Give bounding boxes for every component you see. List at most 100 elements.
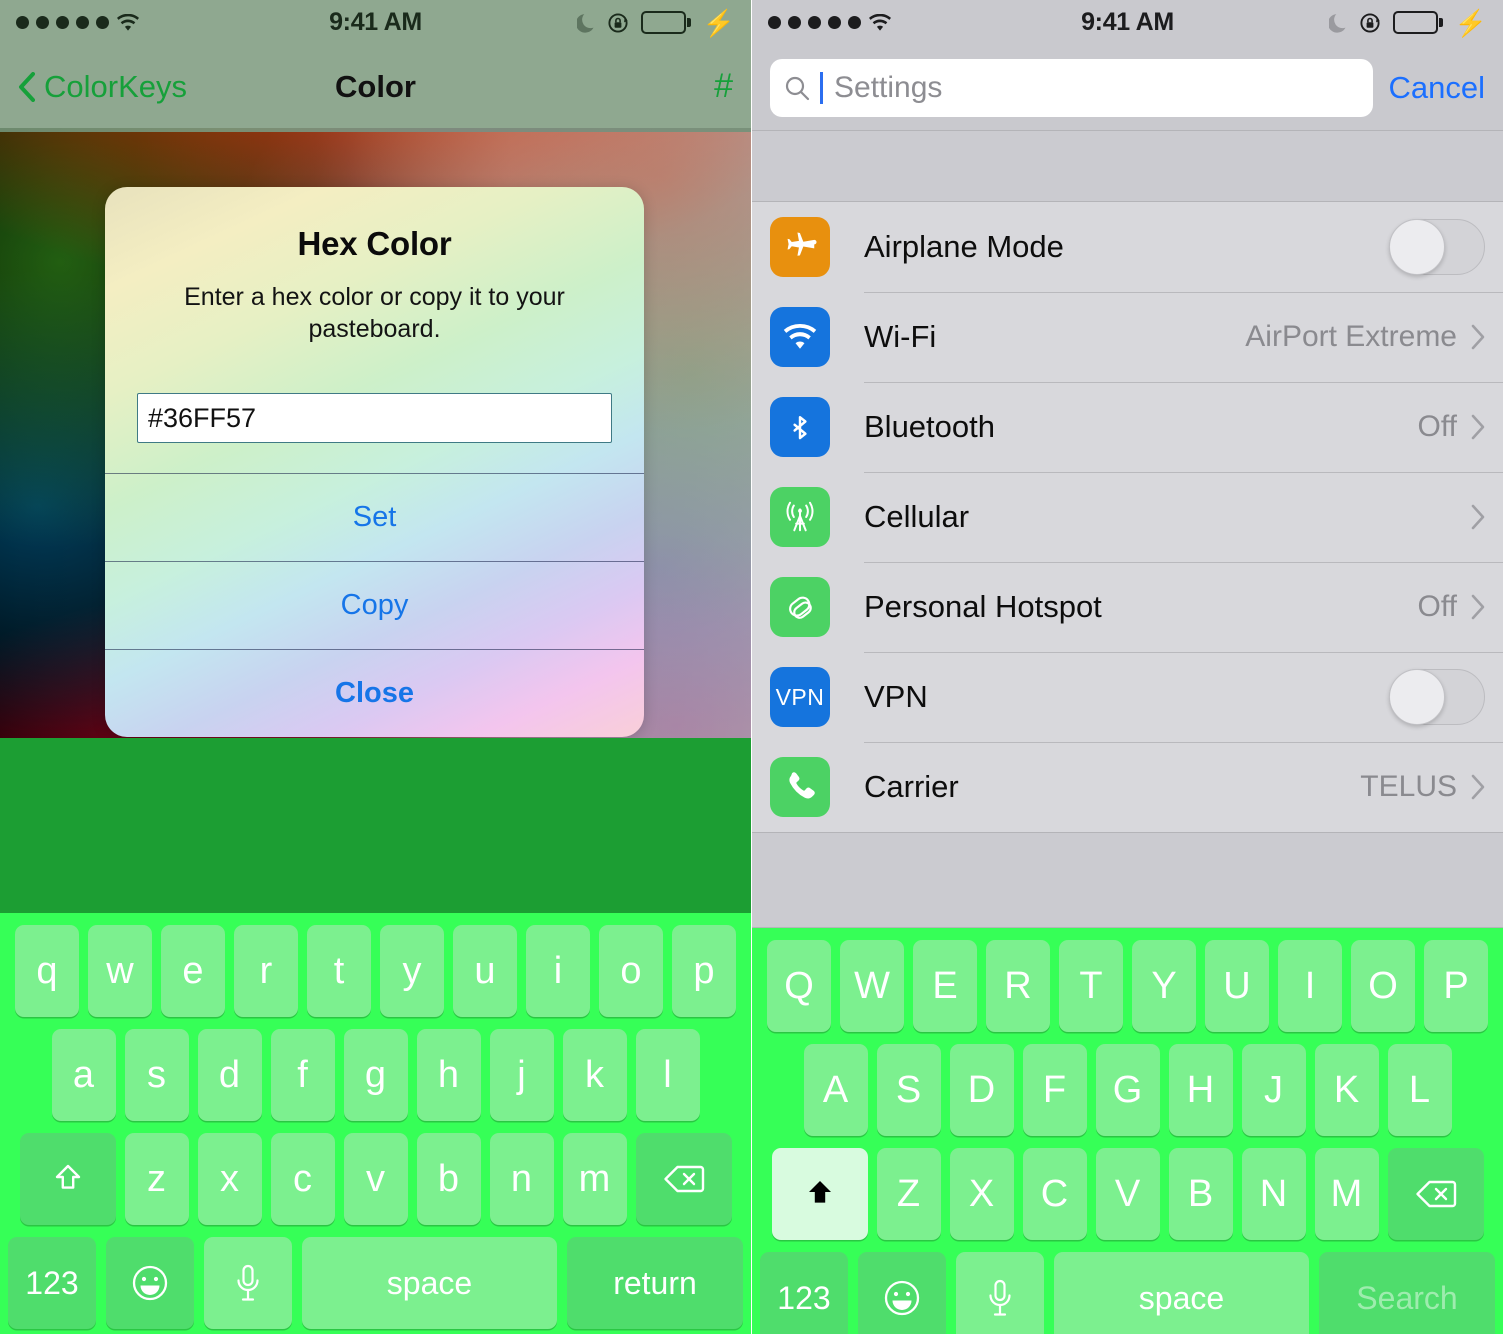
key-Q[interactable]: Q [767,940,831,1032]
airplane-icon [770,217,830,277]
key-o[interactable]: o [599,925,663,1017]
wifi-icon [770,307,830,367]
vpn-toggle[interactable] [1389,669,1485,725]
return-key[interactable]: return [567,1237,743,1329]
key-i[interactable]: i [526,925,590,1017]
table-row[interactable]: Carrier TELUS [752,742,1503,832]
hex-color-input[interactable] [137,393,612,443]
row-value: Off [1417,590,1457,623]
back-button[interactable]: ColorKeys [18,69,187,105]
key-R[interactable]: R [986,940,1050,1032]
numbers-key[interactable]: 123 [760,1252,848,1334]
color-picker-canvas[interactable]: Hex Color Enter a hex color or copy it t… [0,128,751,738]
key-d[interactable]: d [197,1029,262,1121]
key-C[interactable]: C [1022,1148,1087,1240]
airplane-mode-toggle[interactable] [1389,219,1485,275]
key-J[interactable]: J [1241,1044,1306,1136]
copy-button[interactable]: Copy [105,561,644,649]
numbers-key[interactable]: 123 [8,1237,96,1329]
search-key[interactable]: Search [1319,1252,1495,1334]
key-K[interactable]: K [1314,1044,1379,1136]
emoji-key[interactable] [858,1252,946,1334]
key-N[interactable]: N [1241,1148,1306,1240]
delete-key[interactable] [1387,1148,1484,1240]
table-row[interactable]: VPN VPN [752,652,1503,742]
key-S[interactable]: S [876,1044,941,1136]
key-z[interactable]: z [124,1133,189,1225]
dictation-key[interactable] [956,1252,1044,1334]
row-value: TELUS [1360,770,1457,803]
space-key[interactable]: space [1054,1252,1309,1334]
key-w[interactable]: w [88,925,152,1017]
shift-key[interactable] [771,1148,868,1240]
key-n[interactable]: n [489,1133,554,1225]
key-x[interactable]: x [197,1133,262,1225]
key-t[interactable]: t [307,925,371,1017]
table-row[interactable]: Personal Hotspot Off [752,562,1503,652]
key-y[interactable]: y [380,925,444,1017]
key-e[interactable]: e [161,925,225,1017]
emoji-key[interactable] [106,1237,194,1329]
row-accessory [1389,669,1503,725]
key-l[interactable]: l [635,1029,700,1121]
key-U[interactable]: U [1205,940,1269,1032]
key-h[interactable]: h [416,1029,481,1121]
chevron-right-icon [1471,774,1485,800]
key-F[interactable]: F [1022,1044,1087,1136]
lightning-bolt-icon: ⚡ [702,7,735,38]
key-P[interactable]: P [1424,940,1488,1032]
key-V[interactable]: V [1095,1148,1160,1240]
key-L[interactable]: L [1387,1044,1452,1136]
close-button[interactable]: Close [105,649,644,737]
table-row[interactable]: Cellular [752,472,1503,562]
search-placeholder: Settings [834,70,943,104]
dual-screenshot-container: 9:41 AM ⚡ ColorKeys Color # Hex Color En… [0,0,1503,1334]
delete-key[interactable] [635,1133,732,1225]
key-v[interactable]: v [343,1133,408,1225]
key-Z[interactable]: Z [876,1148,941,1240]
dictation-key[interactable] [204,1237,292,1329]
back-button-label: ColorKeys [44,68,187,104]
row-label: VPN [864,679,928,714]
key-g[interactable]: g [343,1029,408,1121]
key-B[interactable]: B [1168,1148,1233,1240]
key-Y[interactable]: Y [1132,940,1196,1032]
key-I[interactable]: I [1278,940,1342,1032]
space-key[interactable]: space [302,1237,557,1329]
key-M[interactable]: M [1314,1148,1379,1240]
key-A[interactable]: A [803,1044,868,1136]
key-k[interactable]: k [562,1029,627,1121]
vpn-label: VPN [775,683,825,710]
row-label: Carrier [864,769,959,804]
key-W[interactable]: W [840,940,904,1032]
key-s[interactable]: s [124,1029,189,1121]
key-m[interactable]: m [562,1133,627,1225]
key-E[interactable]: E [913,940,977,1032]
key-a[interactable]: a [51,1029,116,1121]
table-row[interactable]: Bluetooth Off [752,382,1503,472]
key-p[interactable]: p [672,925,736,1017]
key-f[interactable]: f [270,1029,335,1121]
table-row[interactable]: Wi-Fi AirPort Extreme [752,292,1503,382]
key-b[interactable]: b [416,1133,481,1225]
key-T[interactable]: T [1059,940,1123,1032]
key-u[interactable]: u [453,925,517,1017]
key-H[interactable]: H [1168,1044,1233,1136]
key-D[interactable]: D [949,1044,1014,1136]
search-input-field[interactable]: Settings [770,58,1373,117]
shift-key[interactable] [19,1133,116,1225]
table-row[interactable]: Airplane Mode [752,202,1503,292]
key-c[interactable]: c [270,1133,335,1225]
key-X[interactable]: X [949,1148,1014,1240]
key-r[interactable]: r [234,925,298,1017]
moon-icon [575,12,597,34]
key-G[interactable]: G [1095,1044,1160,1136]
hex-color-button[interactable]: # [714,67,733,106]
set-button[interactable]: Set [105,473,644,561]
cancel-button[interactable]: Cancel [1389,70,1486,106]
key-O[interactable]: O [1351,940,1415,1032]
keyboard-row-4: 123 [757,1252,1498,1334]
key-j[interactable]: j [489,1029,554,1121]
key-q[interactable]: q [15,925,79,1017]
settings-list: Airplane Mode Wi-Fi AirPort Extreme Blue… [752,202,1503,832]
